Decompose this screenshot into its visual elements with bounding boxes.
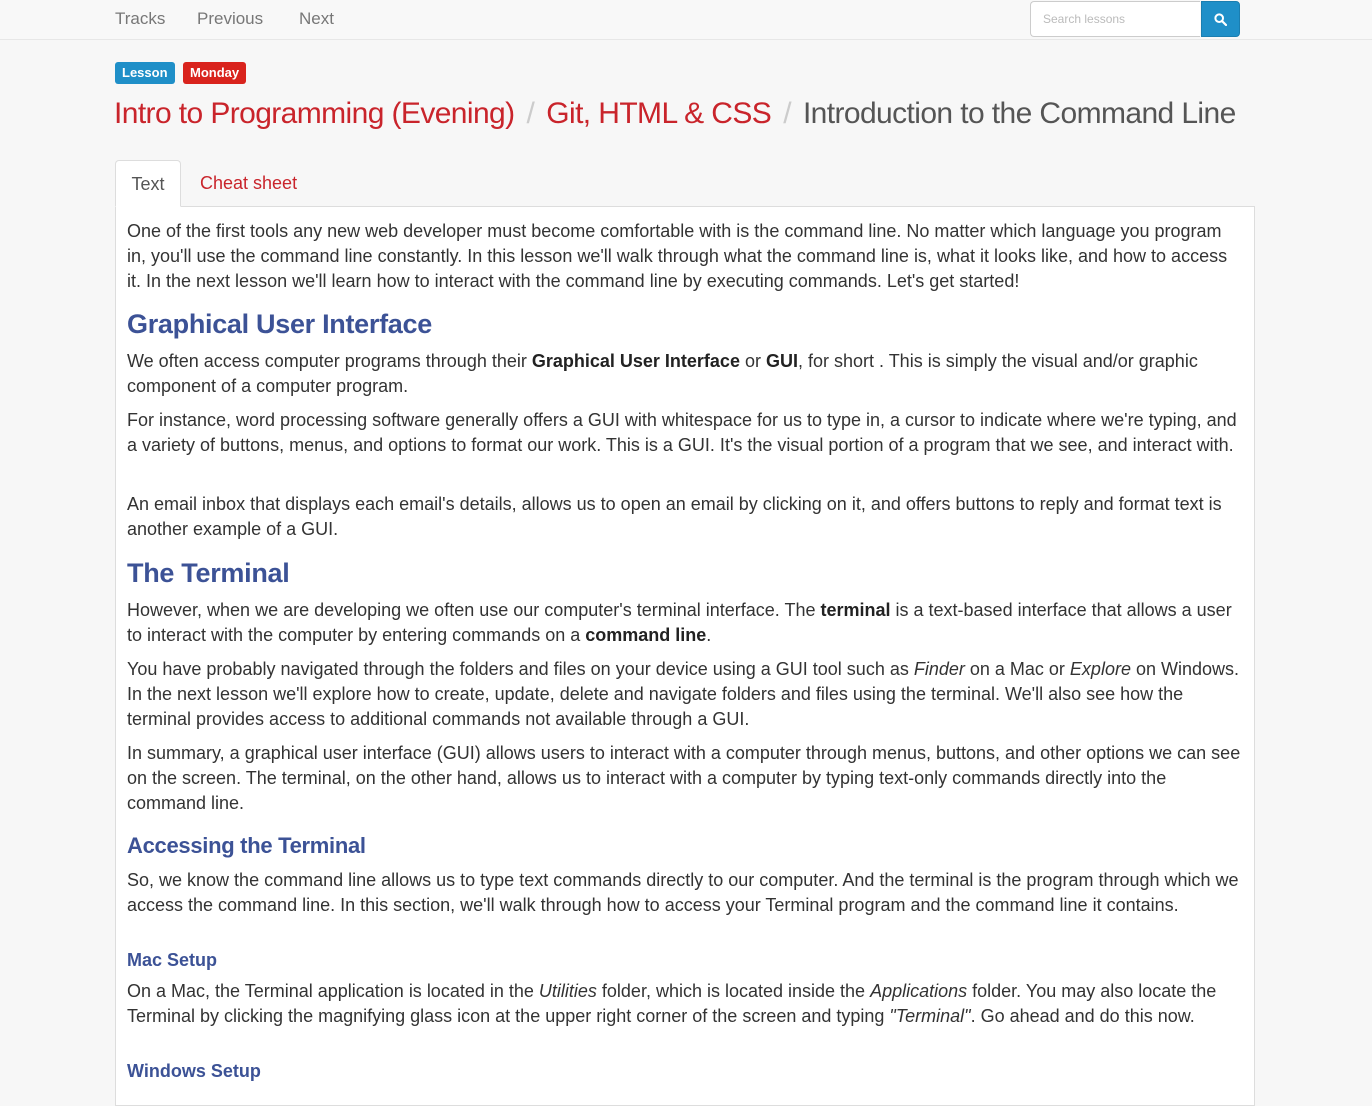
terminal-paragraph-1: However, when we are developing we often… [127,600,1232,645]
gui-paragraph-2: For instance, word processing software g… [127,410,1237,455]
lesson-type-badge: Lesson [115,62,175,84]
heading-mac-setup: Mac Setup [127,950,218,970]
terminal-paragraph-2: You have probably navigated through the … [127,659,1239,729]
intro-paragraph: One of the first tools any new web devel… [127,221,1228,291]
search-icon [1214,12,1227,26]
tab-cheat-sheet[interactable]: Cheat sheet [200,160,297,207]
heading-accessing-the-terminal: Accessing the Terminal [127,833,366,858]
search-button[interactable] [1201,1,1240,37]
breadcrumb-section-link[interactable]: Git, HTML & CSS [546,97,772,130]
breadcrumb: Intro to Programming (Evening) / Git, HTML… [114,94,1236,134]
breadcrumb-separator: / [783,97,791,130]
heading-the-terminal: The Terminal [127,558,290,588]
heading-graphical-user-interface: Graphical User Interface [127,309,432,339]
terminal-paragraph-3: In summary, a graphical user interface (… [127,743,1241,813]
lesson-day-badge: Monday [183,62,247,84]
breadcrumb-separator: / [526,97,535,130]
tab-text[interactable]: Text [115,160,181,207]
breadcrumb-course-link[interactable]: Intro to Programming (Evening) [114,97,515,130]
nav-next-link[interactable]: Next [299,0,334,39]
search-input[interactable] [1030,1,1200,37]
breadcrumb-current-lesson: Introduction to the Command Line [802,97,1236,130]
top-navbar: Tracks Previous Next [0,0,1372,40]
gui-paragraph-3: An email inbox that displays each email'… [127,494,1222,539]
accessing-paragraph: So, we know the command line allows us t… [127,870,1239,915]
gui-paragraph-1: We often access computer programs throug… [127,351,1198,396]
nav-tracks-link[interactable]: Tracks [115,0,165,39]
mac-setup-paragraph: On a Mac, the Terminal application is lo… [127,981,1217,1026]
lesson-content-panel: One of the first tools any new web devel… [115,206,1255,1106]
heading-windows-setup: Windows Setup [127,1061,261,1081]
nav-previous-link[interactable]: Previous [197,0,263,39]
